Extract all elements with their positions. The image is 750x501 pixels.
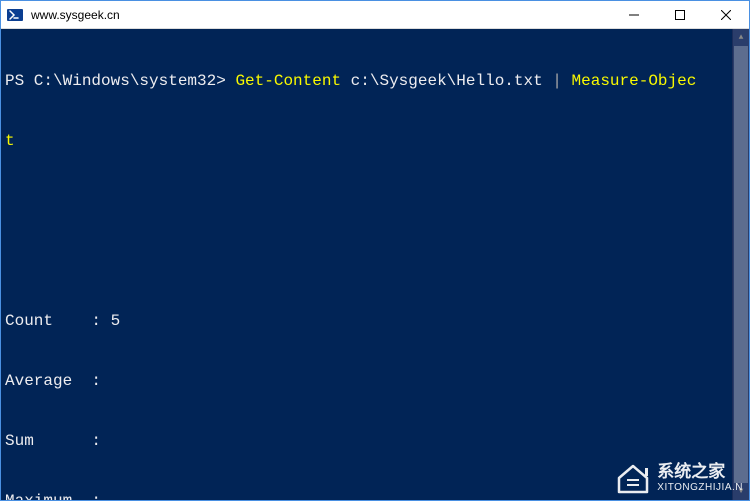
blank-line [5,251,745,271]
scroll-thumb[interactable] [734,46,748,483]
output-label: Sum : [5,432,101,450]
minimize-button[interactable] [611,1,657,28]
pipe-operator: | [552,72,562,90]
output-label: Average : [5,372,101,390]
powershell-window: www.sysgeek.cn PS C:\Windows\system32> G… [0,0,750,501]
command-line-wrap: t [5,131,745,151]
scroll-track[interactable] [733,46,749,483]
output-count: Count : 5 [5,311,745,331]
cmdlet-wrap: t [5,132,15,150]
watermark-main: 系统之家 [657,463,743,482]
app-icon [7,7,23,23]
scroll-up-arrow[interactable]: ▲ [733,29,749,46]
maximize-button[interactable] [657,1,703,28]
cmdlet-name-2: Measure-Objec [562,72,696,90]
cmdlet-name: Get-Content [235,72,341,90]
watermark-logo-icon [615,462,651,494]
blank-line [5,191,745,211]
output-average: Average : [5,371,745,391]
watermark-sub: XITONGZHIJIA.N [657,482,743,493]
watermark: 系统之家 XITONGZHIJIA.N [615,462,743,494]
output-value: 5 [111,312,121,330]
output-label: Count : [5,312,111,330]
close-button[interactable] [703,1,749,28]
prompt-text: PS C:\Windows\system32> [5,72,235,90]
scrollbar[interactable]: ▲ ▼ [732,29,749,500]
output-label: Maximum : [5,492,101,500]
command-arg: c:\Sysgeek\Hello.txt [341,72,552,90]
window-controls [611,1,749,28]
watermark-text: 系统之家 XITONGZHIJIA.N [657,463,743,493]
titlebar[interactable]: www.sysgeek.cn [1,1,749,29]
terminal-area[interactable]: PS C:\Windows\system32> Get-Content c:\S… [1,29,749,500]
command-line-1: PS C:\Windows\system32> Get-Content c:\S… [5,71,745,91]
window-title: www.sysgeek.cn [29,8,611,22]
output-sum: Sum : [5,431,745,451]
